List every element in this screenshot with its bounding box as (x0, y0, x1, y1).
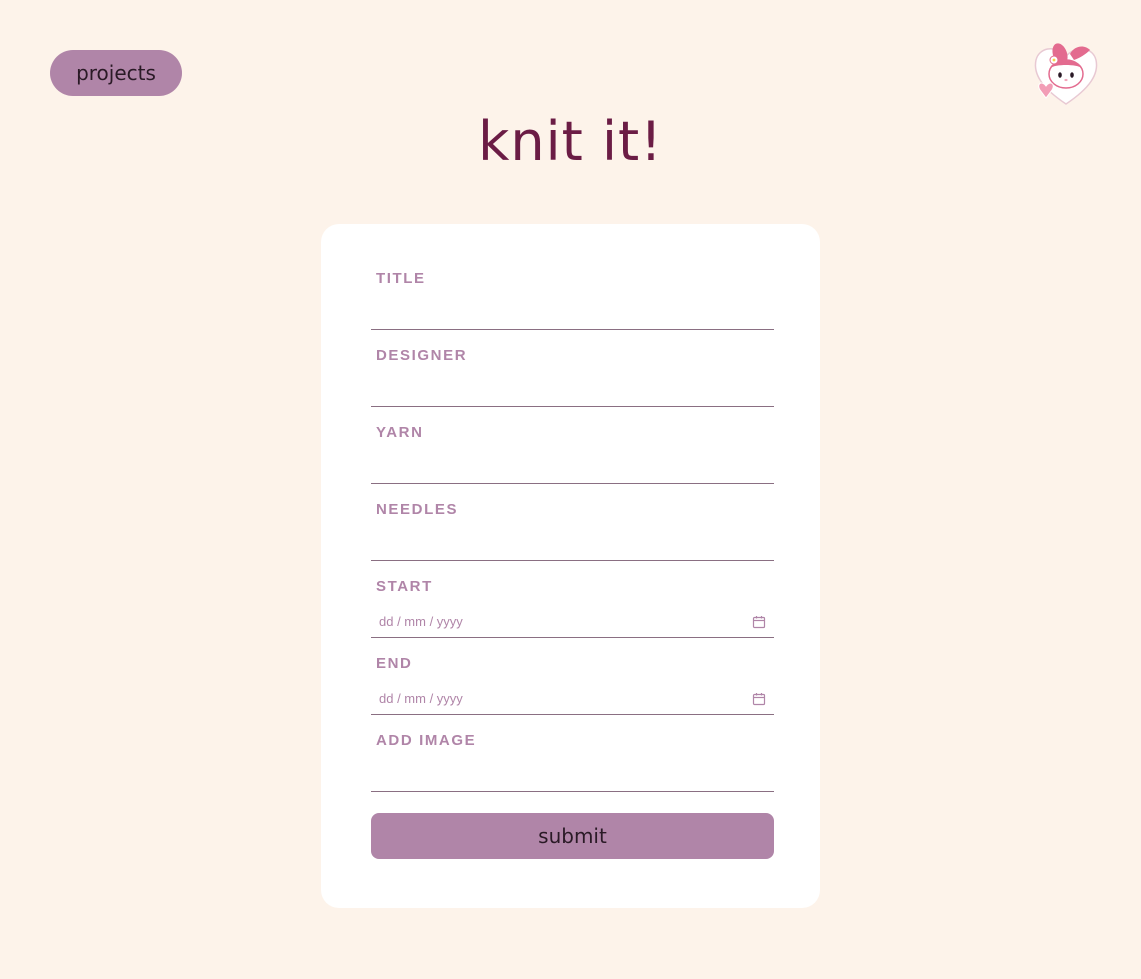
start-label: START (376, 578, 433, 595)
start-date-input[interactable]: dd / mm / yyyy (371, 606, 774, 638)
yarn-field: YARN (371, 422, 774, 499)
end-date-input[interactable]: dd / mm / yyyy (371, 683, 774, 715)
needles-input[interactable] (371, 529, 774, 561)
yarn-input[interactable] (371, 452, 774, 484)
calendar-icon[interactable] (752, 692, 766, 706)
start-date-placeholder: dd / mm / yyyy (379, 614, 463, 629)
title-field: TITLE (371, 268, 774, 345)
projects-button[interactable]: projects (50, 50, 182, 96)
needles-field: NEEDLES (371, 499, 774, 576)
start-field: START dd / mm / yyyy (371, 576, 774, 653)
designer-field: DESIGNER (371, 345, 774, 422)
add-image-label: ADD IMAGE (376, 732, 477, 749)
submit-button[interactable]: submit (371, 813, 774, 859)
image-field: ADD IMAGE (371, 730, 774, 807)
page-title: knit it! (478, 110, 663, 173)
end-date-placeholder: dd / mm / yyyy (379, 691, 463, 706)
designer-label: DESIGNER (376, 347, 468, 364)
title-input[interactable] (371, 298, 774, 330)
needles-label: NEEDLES (376, 501, 459, 518)
project-form: TITLE DESIGNER YARN NEEDLES START dd / m… (321, 224, 820, 908)
yarn-label: YARN (376, 424, 424, 441)
designer-input[interactable] (371, 375, 774, 407)
end-field: END dd / mm / yyyy (371, 653, 774, 730)
bunny-sticker-icon (1030, 40, 1102, 108)
image-input[interactable] (371, 760, 774, 792)
title-label: TITLE (376, 270, 426, 287)
end-label: END (376, 655, 413, 672)
calendar-icon[interactable] (752, 615, 766, 629)
